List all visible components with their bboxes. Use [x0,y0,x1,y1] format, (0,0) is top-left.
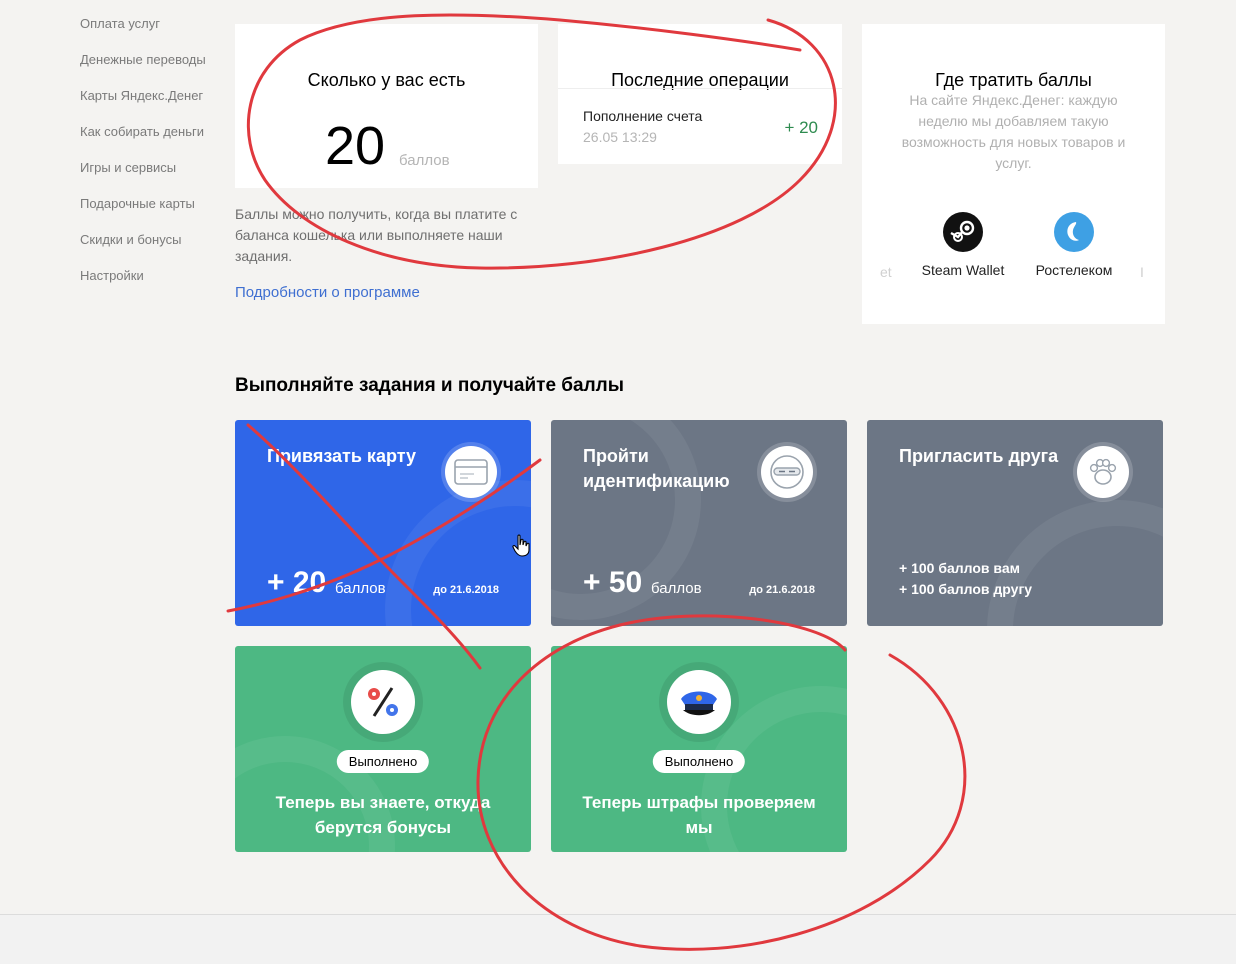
task-done-text: Теперь вы знаете, откуда берутся бонусы [275,793,491,837]
spend-description: На сайте Яндекс.Денег: каждую неделю мы … [901,92,1126,171]
balance-card: Сколько у вас есть 20 баллов [235,24,538,188]
task-icon-wrapper [441,442,501,502]
status-badge: Выполнено [652,750,746,773]
spend-card: Где тратить баллы На сайте Яндекс.Денег:… [862,24,1165,324]
sidebar-item-payments[interactable]: Оплата услуг [80,16,220,52]
task-icon-wrapper [1073,442,1133,502]
program-details-link[interactable]: Подробности о программе [235,284,420,301]
sidebar-item-settings[interactable]: Настройки [80,268,220,304]
task-deadline: до 21.6.2018 [433,584,499,596]
partner-rostelecom[interactable]: Ростелеком [1019,212,1129,278]
status-badge: Выполнено [336,750,430,773]
task-title: Пройти идентификацию [583,446,730,491]
task-title: Пригласить друга [899,446,1059,466]
footer [0,915,1236,964]
task-title: Привязать карту [267,446,416,466]
partner-rostelecom-label: Ростелеком [1035,262,1113,278]
spend-title: Где тратить баллы [935,70,1092,90]
sidebar-item-gift-cards[interactable]: Подарочные карты [80,196,220,232]
operation-date: 26.05 13:29 [583,129,657,145]
task-done-text: Теперь штрафы проверяем мы [582,793,816,837]
task-points: + 20 [267,566,327,599]
hand-cursor-icon [512,534,530,557]
partner-steam[interactable]: Steam Wallet [908,212,1018,278]
operation-name: Пополнение счета [583,108,703,124]
task-bonus-friend: + 100 баллов другу [899,581,1033,597]
task-bonus-you: + 100 баллов вам [899,560,1020,576]
sidebar-nav: Оплата услуг Денежные переводы Карты Янд… [80,16,220,304]
sidebar-item-cards[interactable]: Карты Яндекс.Денег [80,88,220,124]
sidebar-item-games[interactable]: Игры и сервисы [80,160,220,196]
tile-decoration [385,480,531,626]
task-identification[interactable]: Пройти идентификацию + 50 баллов до 21.6… [551,420,847,626]
balance-title: Сколько у вас есть [307,70,466,90]
sidebar-item-bonuses[interactable]: Скидки и бонусы [80,232,220,268]
tasks-heading: Выполняйте задания и получайте баллы [235,375,624,396]
card-icon [445,446,497,498]
rostelecom-icon [1054,212,1094,252]
sidebar-item-fundraising[interactable]: Как собирать деньги [80,124,220,160]
task-points: + 50 [583,566,643,599]
task-points-unit: баллов [335,580,386,597]
police-cap-icon [667,670,731,734]
task-done-bonuses[interactable]: Выполнено Теперь вы знаете, откуда берут… [235,646,531,852]
steam-icon [943,212,983,252]
task-done-fines[interactable]: Выполнено Теперь штрафы проверяем мы [551,646,847,852]
task-icon-wrapper [659,662,739,742]
partner-steam-label: Steam Wallet [921,262,1005,278]
ninja-icon [761,446,813,498]
partner-partial-left[interactable]: et [880,264,892,280]
operations-card: Последние операции Пополнение счета 26.0… [558,24,842,164]
task-icon-wrapper [343,662,423,742]
points-info-text: Баллы можно получить, когда вы платите с… [235,206,518,264]
task-points-unit: баллов [651,580,702,597]
task-invite-friend[interactable]: Пригласить друга + 100 баллов вам + 100 … [867,420,1163,626]
sidebar-item-transfers[interactable]: Денежные переводы [80,52,220,88]
balance-value: 20 [325,116,386,176]
task-icon-wrapper [757,442,817,502]
operation-amount: + 20 [784,118,818,137]
partner-partial-right[interactable]: I [1140,264,1144,280]
balance-unit: баллов [399,152,450,169]
task-link-card[interactable]: Привязать карту + 20 баллов до 21.6.2018 [235,420,531,626]
operations-divider [558,88,842,89]
percent-icon [351,670,415,734]
paw-icon [1077,446,1129,498]
task-deadline: до 21.6.2018 [749,584,815,596]
